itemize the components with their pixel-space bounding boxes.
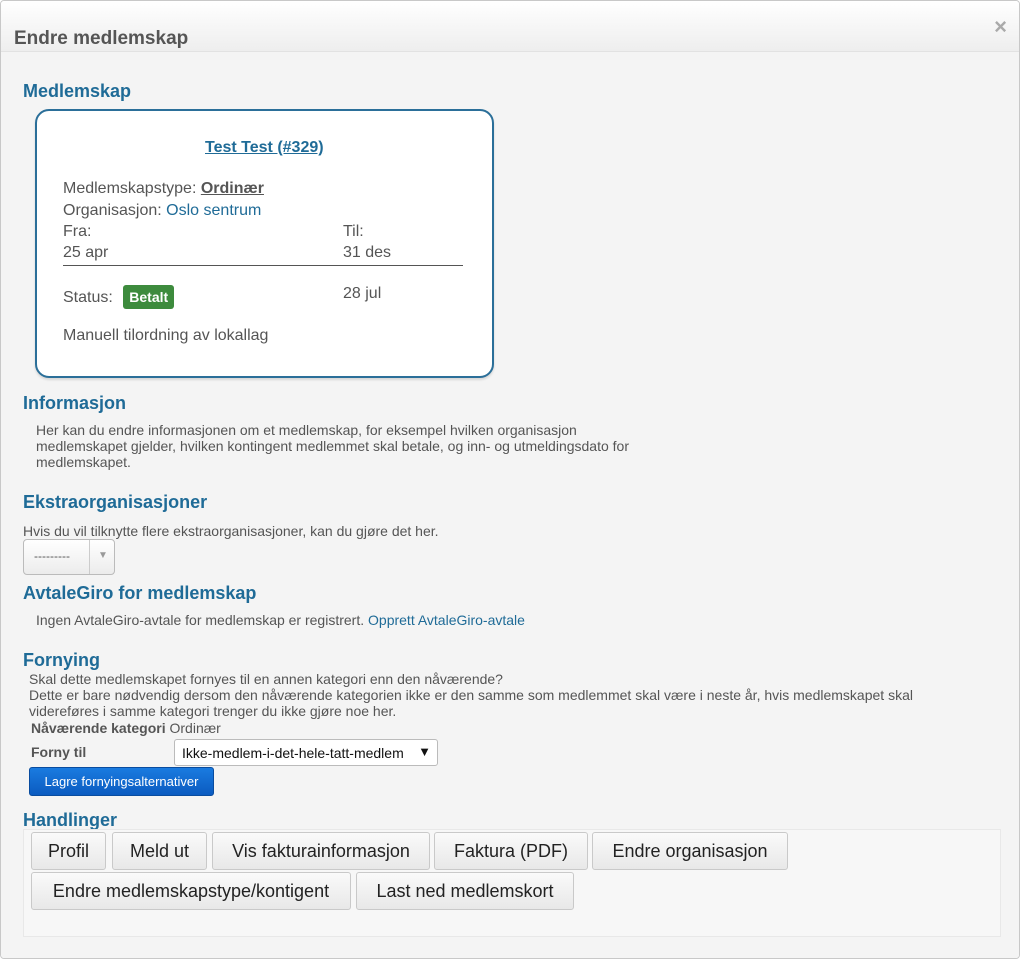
info-line: medlemskapet. <box>36 454 131 470</box>
status-row: Status: Betalt <box>63 285 175 309</box>
change-organisation-button[interactable]: Endre organisasjon <box>592 832 788 870</box>
avtalegiro-row: Ingen AvtaleGiro-avtale for medlemskap e… <box>36 612 525 628</box>
invoice-pdf-button[interactable]: Faktura (PDF) <box>434 832 588 870</box>
close-icon[interactable]: × <box>994 14 1007 40</box>
info-text: Her kan du endre informasjonen om et med… <box>36 422 629 470</box>
avtalegiro-text: Ingen AvtaleGiro-avtale for medlemskap e… <box>36 612 365 628</box>
from-label: Fra: <box>63 223 92 240</box>
status-label: Status: <box>63 289 113 306</box>
renewal-line: videreføres i samme kategori trenger du … <box>29 703 397 719</box>
save-renewal-button[interactable]: Lagre fornyingsalternativer <box>29 767 214 796</box>
membership-heading: Medlemskap <box>23 81 132 101</box>
member-name-link[interactable]: Test Test (#329) <box>205 139 324 157</box>
extra-org-select-value: --------- <box>34 549 70 563</box>
card-divider <box>63 265 463 266</box>
extra-org-select[interactable]: --------- ▼ <box>23 539 115 575</box>
renewal-line: Dette er bare nødvendig dersom den nåvær… <box>29 687 913 703</box>
info-heading: Informasjon <box>23 393 127 413</box>
status-date: 28 jul <box>343 285 382 302</box>
profile-button[interactable]: Profil <box>31 832 106 870</box>
organisation-row: Organisasjon: Oslo sentrum <box>63 202 261 220</box>
extra-orgs-heading: Ekstraorganisasjoner <box>23 492 208 512</box>
info-line: Her kan du endre informasjonen om et med… <box>36 422 577 438</box>
membership-type-value[interactable]: Ordinær <box>201 180 264 197</box>
current-category-value: Ordinær <box>169 720 221 736</box>
invoice-info-button[interactable]: Vis fakturainformasjon <box>212 832 430 870</box>
change-membership-type-button[interactable]: Endre medlemskapstype/kontigent <box>31 872 351 910</box>
resign-button[interactable]: Meld ut <box>112 832 207 870</box>
extra-org-select-toggle[interactable]: ▼ <box>89 540 114 574</box>
avtalegiro-heading: AvtaleGiro for medlemskap <box>23 583 257 603</box>
renew-to-select[interactable]: Ikke-medlem-i-det-hele-tatt-medlem ▼ <box>174 739 438 766</box>
chevron-down-icon: ▼ <box>98 550 108 561</box>
renewal-line: Skal dette medlemskapet fornyes til en a… <box>29 671 503 687</box>
download-membership-card-button[interactable]: Last ned medlemskort <box>356 872 574 910</box>
current-category-row: Nåværende kategori Ordinær <box>31 720 221 736</box>
renewal-heading: Fornying <box>23 650 100 670</box>
actions-heading: Handlinger <box>23 810 118 830</box>
renew-to-value: Ikke-medlem-i-det-hele-tatt-medlem <box>182 745 404 761</box>
assignment-note: Manuell tilordning av lokallag <box>63 327 269 344</box>
renew-to-label: Forny til <box>31 744 87 760</box>
to-date: 31 des <box>343 244 392 261</box>
dialog-content: Medlemskap Test Test (#329) Medlemskapst… <box>1 52 1019 958</box>
edit-membership-dialog: Endre medlemskap × Medlemskap Test Test … <box>0 0 1020 959</box>
current-category-label: Nåværende kategori <box>31 720 166 736</box>
from-date: 25 apr <box>63 244 109 261</box>
dialog-titlebar: Endre medlemskap × <box>1 1 1019 52</box>
membership-type-label: Medlemskapstype: <box>63 180 197 197</box>
to-label: Til: <box>343 223 364 240</box>
status-badge: Betalt <box>123 285 175 309</box>
info-line: medlemskapet gjelder, hvilken kontingent… <box>36 438 629 454</box>
membership-type-row: Medlemskapstype: Ordinær <box>63 180 264 198</box>
extra-orgs-description: Hvis du vil tilknytte flere ekstraorgani… <box>23 523 439 539</box>
dialog-title: Endre medlemskap <box>14 28 189 49</box>
organisation-link[interactable]: Oslo sentrum <box>166 202 261 219</box>
membership-card: Test Test (#329) Medlemskapstype: Ordinæ… <box>35 109 494 378</box>
organisation-label: Organisasjon: <box>63 202 162 219</box>
actions-panel: Profil Meld ut Vis fakturainformasjon Fa… <box>23 829 1001 937</box>
create-avtalegiro-link[interactable]: Opprett AvtaleGiro-avtale <box>368 612 525 628</box>
renewal-text: Skal dette medlemskapet fornyes til en a… <box>29 671 913 719</box>
chevron-down-icon: ▼ <box>418 744 431 759</box>
